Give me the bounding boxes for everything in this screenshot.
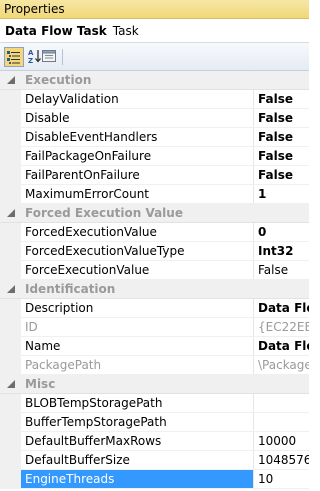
property-row[interactable]: ForcedExecutionValue 0 [0,223,309,242]
property-name: DefaultBufferMaxRows [21,432,254,450]
property-row[interactable]: BufferTempStoragePath [0,413,309,432]
property-name: ForcedExecutionValueType [21,242,254,260]
property-value[interactable]: 10 [254,470,309,488]
property-value[interactable]: False [254,166,309,184]
properties-toolbar: A Z [0,43,309,71]
property-name: ForcedExecutionValue [21,223,254,241]
property-name: ID [21,318,254,336]
property-value[interactable]: Data Flow [254,299,309,317]
object-selector[interactable]: Data Flow Task Task [0,19,309,43]
property-name: Description [21,299,254,317]
property-value[interactable]: False [254,147,309,165]
property-name: Name [21,337,254,355]
category-label: Forced Execution Value [25,206,183,220]
category-label: Execution [25,73,92,87]
property-row[interactable]: DescriptionData Flow [0,299,309,318]
window-title: Properties [4,2,65,16]
property-name: Disable [21,109,254,127]
property-value[interactable] [254,413,309,431]
property-name: PackagePath [21,356,254,374]
category-forced-execution-value[interactable]: Forced Execution Value [0,204,309,223]
property-value[interactable]: 1 [254,185,309,203]
collapse-icon[interactable] [6,284,16,294]
property-row[interactable]: FailPackageOnFailure False [0,147,309,166]
svg-text:A: A [28,49,34,57]
category-misc[interactable]: Misc [0,375,309,394]
property-name: BLOBTempStoragePath [21,394,254,412]
object-name: Data Flow Task [5,24,107,38]
category-identification[interactable]: Identification [0,280,309,299]
property-row[interactable]: ForceExecutionValue False [0,261,309,280]
collapse-icon[interactable] [6,379,16,389]
property-name: FailPackageOnFailure [21,147,254,165]
property-row[interactable]: DisableEventHandlers False [0,128,309,147]
property-row[interactable]: BLOBTempStoragePath [0,394,309,413]
property-name: DelayValidation [21,90,254,108]
property-name: ForceExecutionValue [21,261,254,279]
property-value[interactable]: False [254,128,309,146]
property-name: DisableEventHandlers [21,128,254,146]
property-row[interactable]: PackagePath \Package\ [0,356,309,375]
toolbar-separator [62,49,63,65]
categorized-button[interactable] [4,47,24,67]
property-grid: Execution DelayValidation False Disable Fa… [0,71,309,491]
property-value[interactable]: False [254,261,309,279]
property-name: EngineThreads [21,470,254,488]
categorized-icon [7,51,20,64]
property-value[interactable]: False [254,109,309,127]
category-label: Misc [25,377,56,391]
property-row[interactable]: DelayValidation False [0,90,309,109]
property-value[interactable]: 10485760 [254,451,309,469]
property-value[interactable]: Data Flow [254,337,309,355]
property-value: \Package\ [258,358,309,372]
property-pages-button[interactable] [40,47,60,67]
property-row[interactable]: Disable False [0,109,309,128]
property-row-selected[interactable]: EngineThreads 10 [0,470,309,489]
property-row[interactable]: DefaultBufferMaxRows 10000 [0,432,309,451]
collapse-icon[interactable] [6,208,16,218]
property-name: MaximumErrorCount [21,185,254,203]
property-row[interactable]: FailParentOnFailure False [0,166,309,185]
property-row[interactable]: NameData Flow [0,337,309,356]
property-value: {EC22EBA [258,320,309,334]
svg-text:Z: Z [28,57,33,64]
property-name: BufferTempStoragePath [21,413,254,431]
category-label: Identification [25,282,116,296]
object-type: Task [112,24,139,38]
property-pages-icon [42,50,56,62]
property-value[interactable] [254,394,309,412]
property-value[interactable]: Int32 [254,242,309,260]
property-row[interactable]: ID {EC22EBA [0,318,309,337]
category-execution[interactable]: Execution [0,71,309,90]
property-value[interactable]: 10000 [254,432,309,450]
property-row[interactable]: ForcedExecutionValueType Int32 [0,242,309,261]
property-name: DefaultBufferSize [21,451,254,469]
property-row[interactable]: MaximumErrorCount 1 [0,185,309,204]
collapse-icon[interactable] [6,75,16,85]
window-title-bar: Properties [0,0,309,19]
property-name: FailParentOnFailure [21,166,254,184]
property-value[interactable]: False [254,90,309,108]
property-value[interactable]: 0 [254,223,309,241]
property-row[interactable]: DefaultBufferSize10485760 [0,451,309,470]
